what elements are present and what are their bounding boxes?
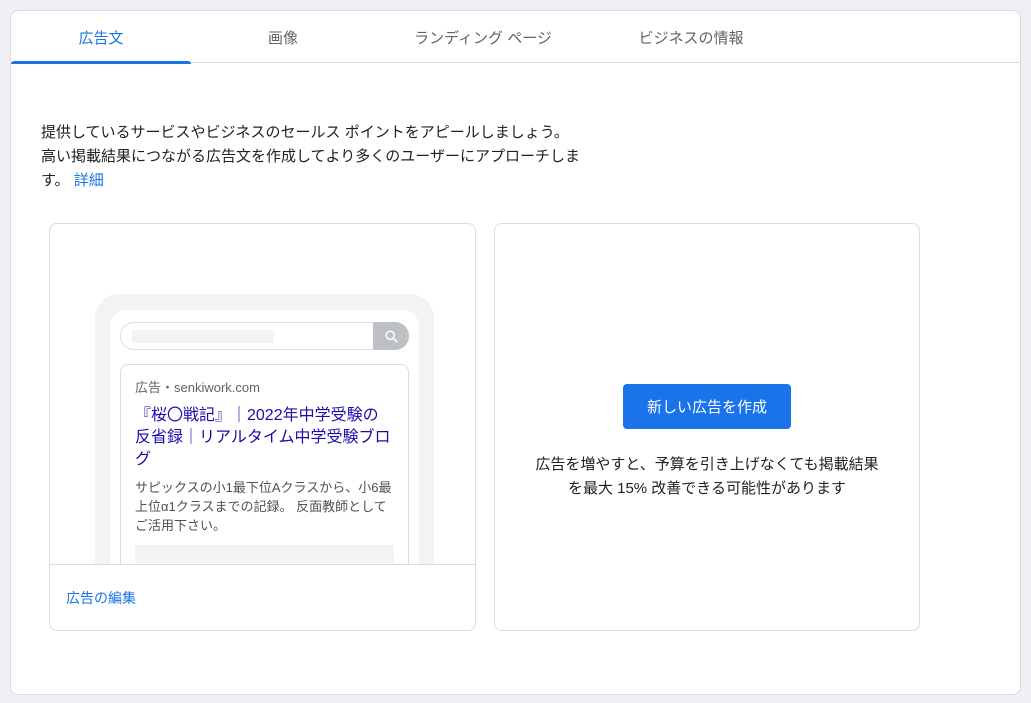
ads-page: { "colors": { "accent_blue": "#1a73e8", … [0, 0, 1031, 703]
tab-business-info[interactable]: ビジネスの情報 [591, 11, 791, 63]
ads-panel: 広告文 画像 ランディング ページ ビジネスの情報 提供しているサービスやビジネ… [10, 10, 1021, 695]
ad-headline: 『桜〇戦記』｜2022年中学受験の反省録｜リアルタイム中学受験ブログ [135, 407, 391, 468]
mock-search-placeholder [132, 330, 274, 343]
intro-line-3: す。 詳細 [41, 169, 641, 193]
tab-business-info-label: ビジネスの情報 [638, 29, 744, 47]
intro-line-3-text: す。 [41, 172, 70, 189]
phone-mockup: 広告・senkiwork.com 『桜〇戦記』｜2022年中学受験の反省録｜リア… [95, 294, 434, 565]
tab-landing-page-label: ランディング ページ [414, 29, 552, 47]
create-ad-hint: 広告を増やすと、予算を引き上げなくても掲載結果 を最大 15% 改善できる可能性… [535, 453, 878, 501]
tab-ad-text-label: 広告文 [78, 29, 124, 47]
intro-text: 提供しているサービスやビジネスのセールス ポイントをアピールしましょう。 高い掲… [41, 121, 641, 193]
mock-search-bar [120, 322, 409, 350]
intro-line-1: 提供しているサービスやビジネスのセールス ポイントをアピールしましょう。 [41, 124, 569, 141]
intro-line-2: 高い掲載結果につながる広告文を作成してより多くのユーザーにアプローチしま [41, 148, 580, 165]
edit-ad-link[interactable]: 広告の編集 [66, 588, 136, 608]
ad-description: サピックスの小1最下位Aクラスから、小6最上位α1クラスまでの記録。 反面教師と… [135, 480, 392, 533]
create-ad-hint-line-1: 広告を増やすと、予算を引き上げなくても掲載結果 [535, 456, 879, 473]
ad-preview-card: 広告・senkiwork.com 『桜〇戦記』｜2022年中学受験の反省録｜リア… [49, 223, 476, 631]
create-new-ad-button[interactable]: 新しい広告を作成 [622, 384, 791, 429]
tab-landing-page[interactable]: ランディング ページ [375, 11, 591, 63]
tab-bar: 広告文 画像 ランディング ページ ビジネスの情報 [11, 11, 1020, 64]
tab-images[interactable]: 画像 [191, 11, 375, 63]
search-icon [373, 322, 409, 350]
details-link[interactable]: 詳細 [74, 172, 104, 189]
ad-display-url: 広告・senkiwork.com [135, 380, 260, 395]
ad-preview-footer: 広告の編集 [50, 564, 475, 630]
tab-ad-text[interactable]: 広告文 [11, 11, 191, 64]
create-ad-hint-line-2: を最大 15% 改善できる可能性があります [567, 480, 847, 497]
mock-ad-result: 広告・senkiwork.com 『桜〇戦記』｜2022年中学受験の反省録｜リア… [120, 364, 409, 565]
skeleton-bar [135, 545, 394, 563]
create-ad-card: 新しい広告を作成 広告を増やすと、予算を引き上げなくても掲載結果 を最大 15%… [494, 223, 920, 631]
tab-images-label: 画像 [267, 29, 298, 47]
phone-screen: 広告・senkiwork.com 『桜〇戦記』｜2022年中学受験の反省録｜リア… [110, 310, 419, 565]
